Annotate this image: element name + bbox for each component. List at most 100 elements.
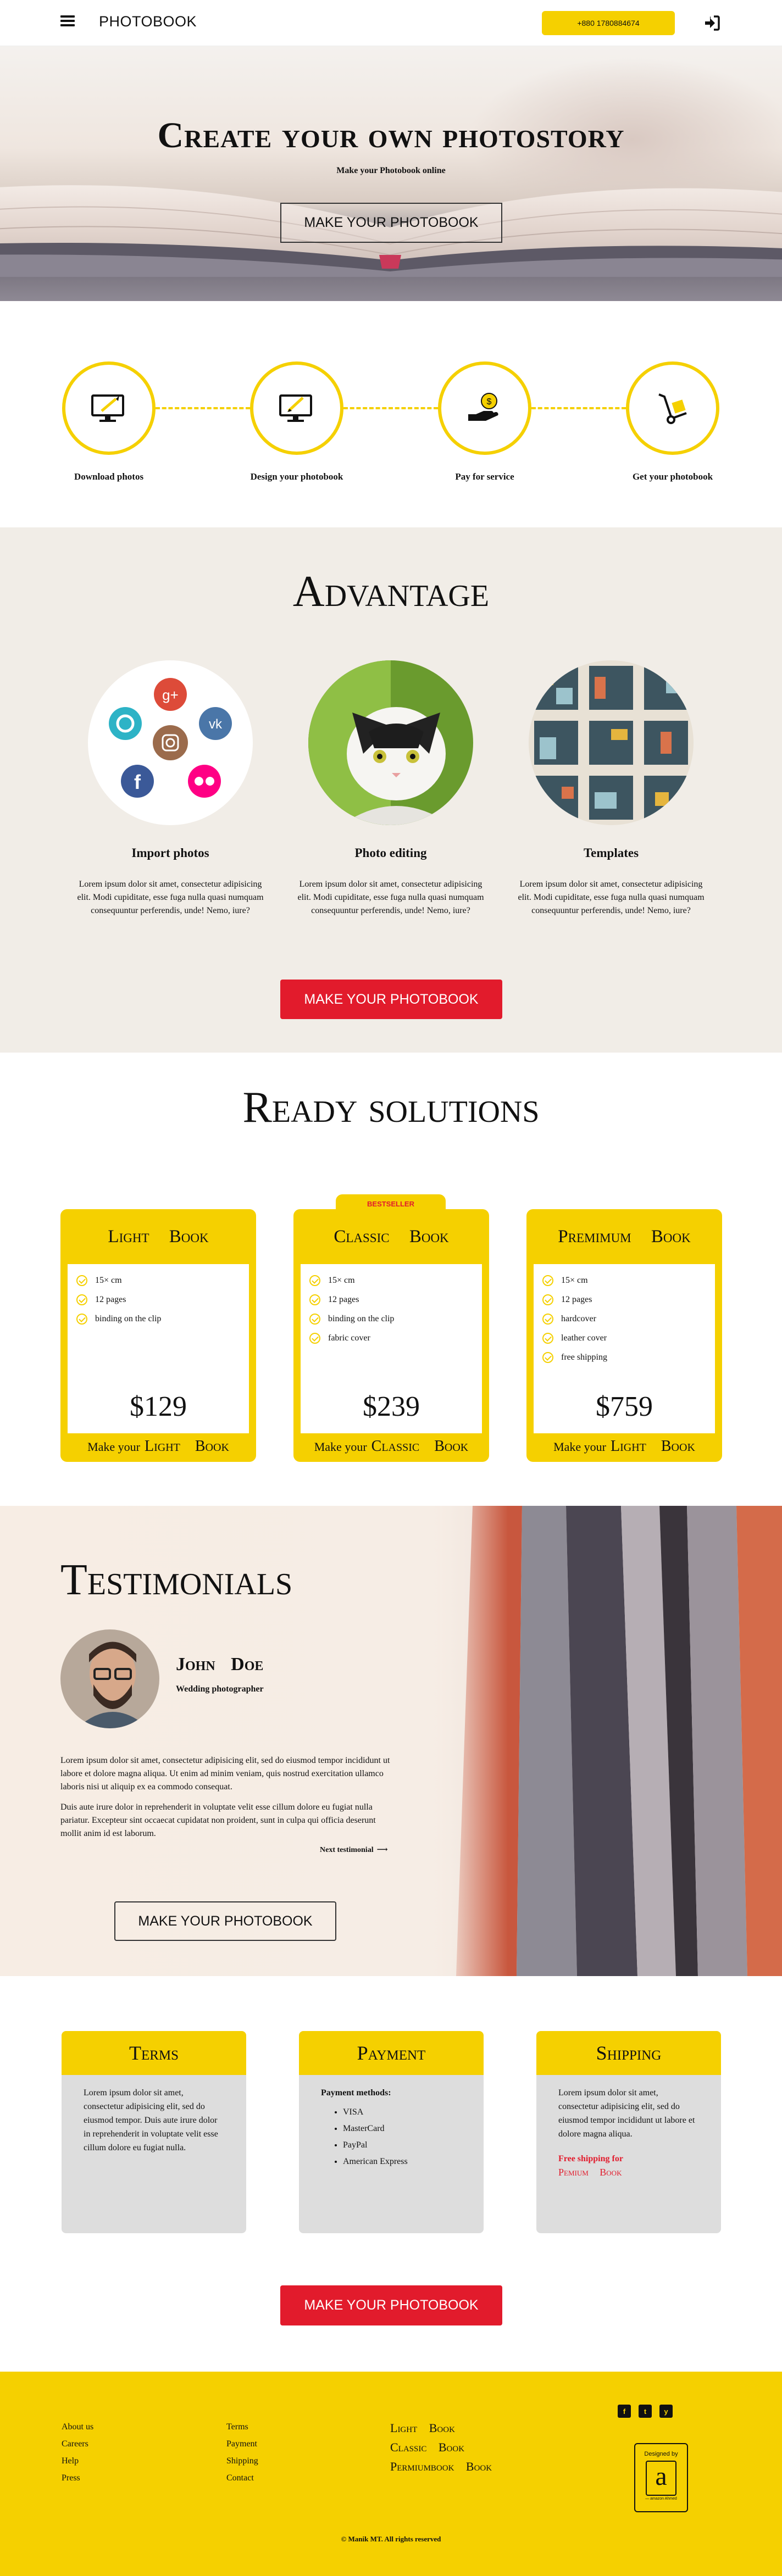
footer-book-link[interactable]: Light Book [390, 2418, 492, 2438]
advantage-item-title: Import photos [131, 846, 209, 860]
card-make-link[interactable]: Make your Light Book [60, 1438, 256, 1455]
svg-text:vk: vk [209, 717, 223, 732]
free-shipping-book: Pemium Book [558, 2167, 622, 2178]
hero-make-photobook-button[interactable]: MAKE YOUR PHOTOBOOK [280, 203, 502, 243]
testimonials-title: Testimonials [60, 1556, 293, 1604]
svg-text:f: f [134, 771, 141, 793]
avatar [60, 1629, 159, 1728]
check-icon [542, 1275, 553, 1286]
feature-list: 15× cm 12 pages binding on the clip [68, 1264, 249, 1335]
facebook-icon[interactable]: f [618, 2405, 631, 2418]
step-design: Design your photobook [250, 361, 343, 483]
step-pay: $ Pay for service [438, 361, 531, 483]
advantage-item-text: Lorem ipsum dolor sit amet, consectetur … [77, 880, 264, 915]
list-item: leather cover [542, 1328, 706, 1348]
card-title: Payment [299, 2031, 484, 2075]
list-item: 12 pages [76, 1290, 240, 1309]
list-item: fabric cover [309, 1328, 473, 1348]
footer-link[interactable]: Help [62, 2452, 93, 2469]
advantage-item-title: Templates [583, 846, 639, 860]
step-label: Pay for service [455, 471, 514, 482]
testimonials-make-photobook-button[interactable]: MAKE YOUR PHOTOBOOK [114, 1901, 336, 1941]
shipping-card: Shipping Lorem ipsum dolor sit amet, con… [536, 2031, 721, 2233]
footer-link[interactable]: Press [62, 2469, 93, 2486]
arrow-right-icon: ⟶ [376, 1846, 388, 1854]
book-spine-image [440, 1506, 782, 1976]
list-item: 15× cm [76, 1271, 240, 1290]
kitten-photo-image [308, 660, 473, 825]
next-testimonial-link[interactable]: Next testimonial ⟶ [320, 1845, 388, 1855]
youtube-icon[interactable]: y [659, 2405, 673, 2418]
footer-link[interactable]: Shipping [226, 2452, 258, 2469]
card-text: Lorem ipsum dolor sit amet, consectetur … [84, 2088, 218, 2152]
list-item: PayPal [343, 2137, 462, 2154]
card-title: Light Book [108, 1226, 209, 1247]
footer-link[interactable]: Careers [62, 2435, 93, 2452]
pricing-card-light: Light Book 15× cm 12 pages binding on th… [60, 1209, 256, 1462]
card-make-link[interactable]: Make your Classic Book [293, 1438, 489, 1455]
list-item: 15× cm [542, 1271, 706, 1290]
feature-list: 15× cm 12 pages binding on the clip fabr… [301, 1264, 482, 1354]
payment-label: Payment methods: [321, 2088, 391, 2097]
price: $759 [596, 1391, 653, 1422]
card-text: Lorem ipsum dolor sit amet, consectetur … [558, 2088, 695, 2139]
monitor-design-icon [279, 394, 312, 422]
testimonials-section: Testimonials John Doe Wedding photograph… [0, 1506, 782, 1976]
check-icon [542, 1313, 553, 1325]
price: $239 [363, 1391, 420, 1422]
footer-links-info: Terms Payment Shipping Contact [226, 2418, 258, 2486]
hero-title: Create your own photostory [157, 115, 625, 155]
svg-text:$: $ [487, 397, 492, 407]
testimonial-name: John Doe [176, 1654, 264, 1674]
hand-coin-icon: $ [468, 393, 498, 421]
header: PHOTOBOOK +880 1780884674 [0, 0, 782, 46]
advantage-item-text: Lorem ipsum dolor sit amet, consectetur … [518, 880, 705, 915]
card-make-link[interactable]: Make your Light Book [526, 1438, 722, 1455]
copyright: © Manik MT. All rights reserved [341, 2535, 441, 2543]
monitor-upload-icon [91, 394, 124, 422]
price: $129 [130, 1391, 187, 1422]
payment-methods-list: VISA MasterCard PayPal American Express [321, 2104, 462, 2170]
check-icon [309, 1294, 320, 1305]
hero-banner: Create your own photostory Make your Pho… [0, 46, 782, 301]
sign-in-icon[interactable] [703, 15, 721, 31]
list-item: MasterCard [343, 2121, 462, 2137]
footer-link[interactable]: Payment [226, 2435, 258, 2452]
list-item: American Express [343, 2154, 462, 2170]
card-title: Premimum Book [558, 1226, 691, 1247]
advantage-editing: Photo editing Lorem ipsum dolor sit amet… [284, 660, 498, 917]
social-links: f t y [618, 2405, 673, 2418]
footer-book-link[interactable]: Classic Book [390, 2438, 492, 2457]
advantage-item-title: Photo editing [354, 846, 427, 860]
step-download: Download photos [62, 361, 156, 483]
list-item: 12 pages [542, 1290, 706, 1309]
footer-link[interactable]: Contact [226, 2469, 258, 2486]
footer-links-company: About us Careers Help Press [62, 2418, 93, 2486]
svg-text:g+: g+ [162, 687, 179, 703]
step-label: Get your photobook [632, 471, 713, 482]
ready-title: Ready solutions [242, 1083, 540, 1132]
footer-link[interactable]: About us [62, 2418, 93, 2435]
check-icon [542, 1294, 553, 1305]
terms-card: Terms Lorem ipsum dolor sit amet, consec… [62, 2031, 246, 2233]
testimonial-role: Wedding photographer [176, 1684, 264, 1694]
free-shipping-label: Free shipping for [558, 2154, 623, 2163]
footer-book-link[interactable]: Permiumbook Book [390, 2457, 492, 2476]
phone-button[interactable]: +880 1780884674 [542, 11, 675, 35]
info-section: Terms Lorem ipsum dolor sit amet, consec… [0, 1976, 782, 2372]
advantage-item-text: Lorem ipsum dolor sit amet, consectetur … [297, 880, 484, 915]
step-label: Design your photobook [250, 471, 343, 482]
info-make-photobook-button[interactable]: MAKE YOUR PHOTOBOOK [280, 2285, 502, 2325]
list-item: 12 pages [309, 1290, 473, 1309]
feature-list: 15× cm 12 pages hardcover leather cover … [534, 1264, 715, 1373]
footer-link[interactable]: Terms [226, 2418, 258, 2435]
list-item: hardcover [542, 1309, 706, 1328]
twitter-icon[interactable]: t [639, 2405, 652, 2418]
list-item: 15× cm [309, 1271, 473, 1290]
footer-books: Light Book Classic Book Permiumbook Book [390, 2418, 492, 2476]
logo[interactable]: PHOTOBOOK [99, 13, 197, 30]
hamburger-icon[interactable] [60, 15, 75, 26]
designed-by-badge[interactable]: Designed by a — amazon Ahmed [634, 2443, 688, 2512]
hand-truck-icon [658, 393, 687, 424]
advantage-make-photobook-button[interactable]: MAKE YOUR PHOTOBOOK [280, 980, 502, 1019]
